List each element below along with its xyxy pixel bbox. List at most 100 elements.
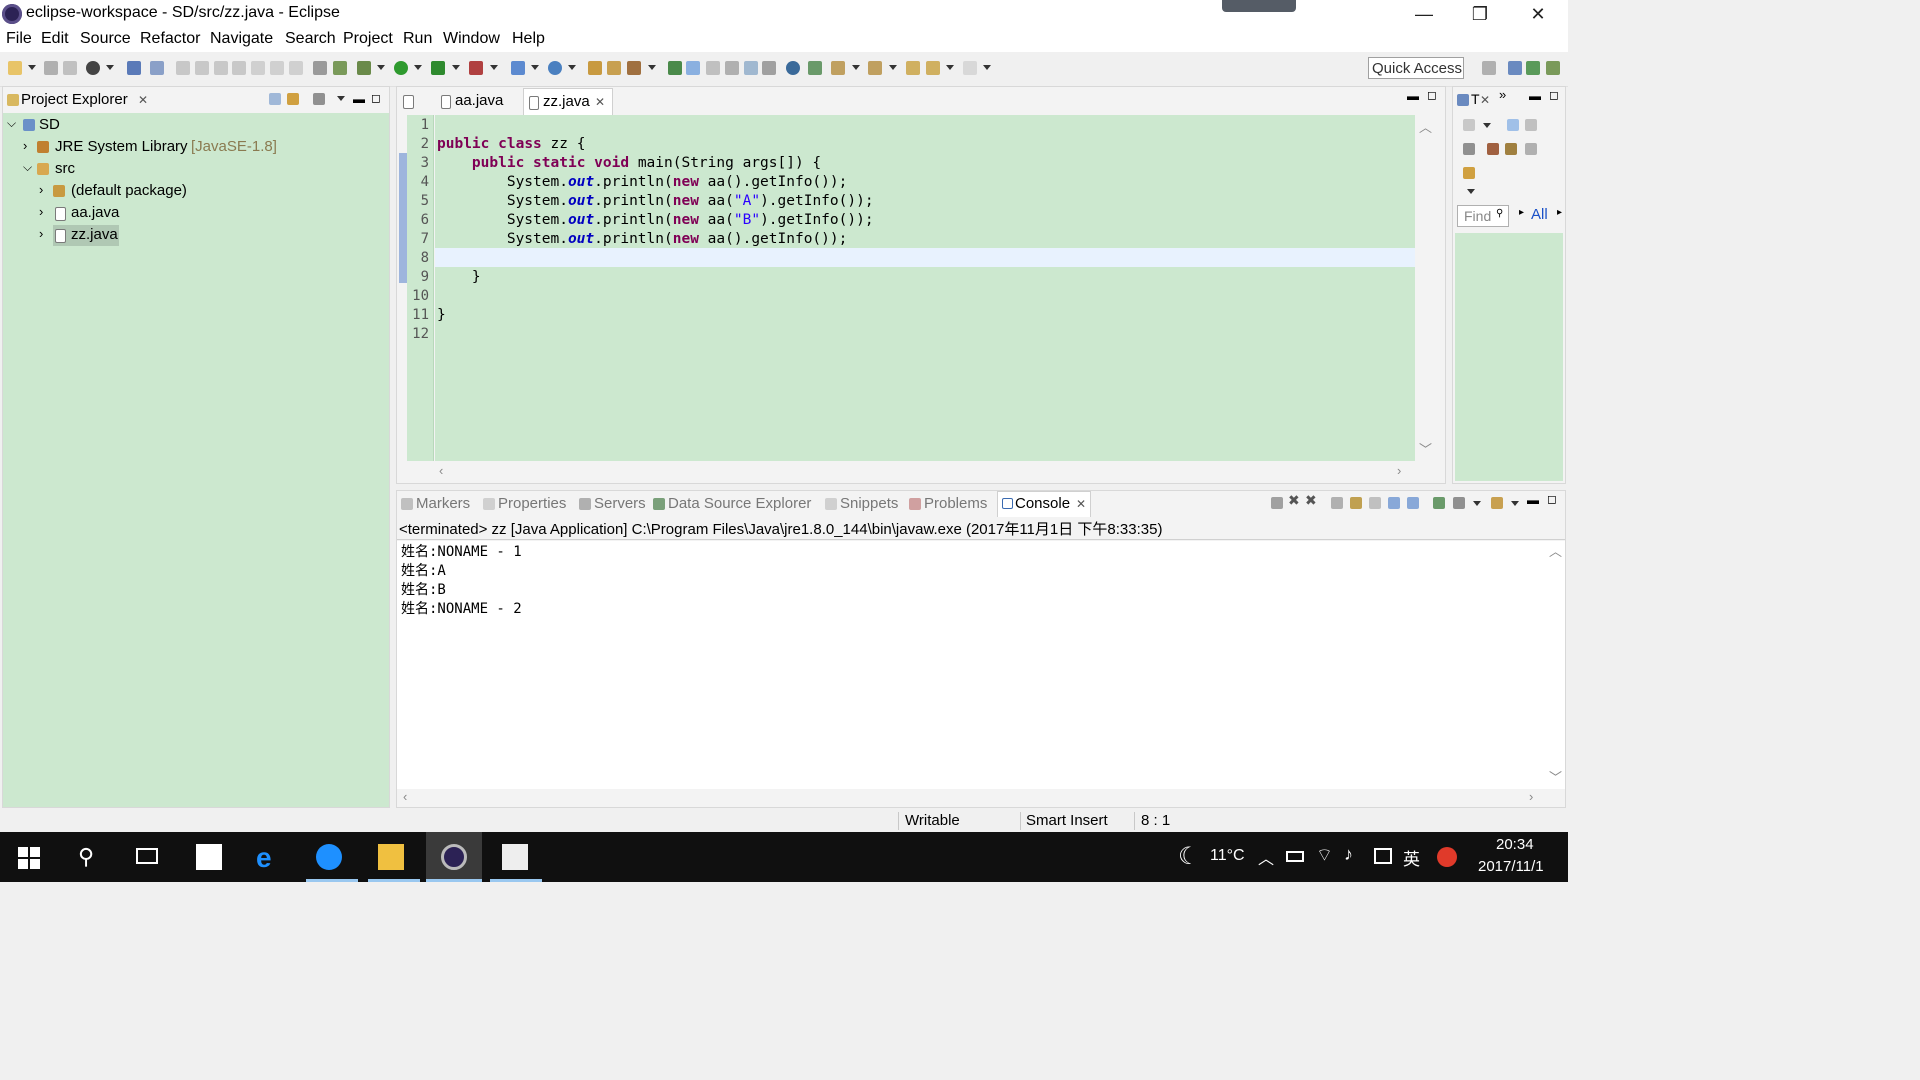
task-list-tab[interactable]: T [1471,91,1480,107]
menu-navigate[interactable]: Navigate [210,30,273,48]
filter-icon[interactable] [1463,143,1475,155]
scroll-up-icon[interactable]: ︿ [1419,117,1432,136]
dropdown-arrow-icon[interactable] [28,65,36,70]
use-step-filters-icon[interactable] [313,61,327,75]
bug-icon[interactable] [357,61,371,75]
open-console-icon[interactable] [1491,497,1503,509]
tab-servers[interactable]: Servers [577,491,647,517]
edge-icon[interactable]: e [256,842,272,874]
tree-item-jre-system-library[interactable]: › JRE System Library [JavaSE-1.8] [23,138,323,158]
menu-run[interactable]: Run [403,30,432,48]
tree-item-aa-java[interactable]: › aa.java [39,204,199,224]
terminate-icon[interactable] [1271,497,1283,509]
tree-item-zz-java[interactable]: › zz.java [39,225,199,246]
volume-icon[interactable]: ♪ [1344,844,1353,865]
menu-edit[interactable]: Edit [41,30,69,48]
display-console-icon[interactable] [1453,497,1465,509]
wifi-icon[interactable]: ⌔ [1316,844,1333,867]
toggle-word-wrap-icon[interactable] [706,61,720,75]
dropdown-arrow-icon[interactable] [531,65,539,70]
search-icon[interactable]: ⚲ [78,844,94,870]
menu-project[interactable]: Project [343,30,393,48]
step-over-icon[interactable] [270,61,284,75]
tree-item-src[interactable]: ⌵ src [23,160,223,180]
step-return-icon[interactable] [289,61,303,75]
back-icon[interactable] [926,61,940,75]
suspend-icon[interactable] [195,61,209,75]
save-all-icon[interactable] [63,61,77,75]
tab-snippets[interactable]: Snippets [823,491,907,517]
categorized-icon[interactable] [1507,119,1519,131]
clock-date[interactable]: 2017/11/1 [1478,858,1544,875]
annotation-icon[interactable] [668,61,682,75]
dropdown-arrow-icon[interactable] [1483,123,1491,128]
collapse-icon[interactable] [1487,143,1499,155]
close-icon[interactable]: ✕ [1480,93,1490,107]
overflow-chevron-icon[interactable]: » [1499,87,1506,102]
pin-console-icon[interactable] [1433,497,1445,509]
close-button[interactable]: ✕ [1510,0,1566,28]
all-link[interactable]: All [1531,206,1548,223]
close-icon[interactable]: ✕ [138,93,148,107]
chevron-right-icon[interactable]: › [39,226,43,241]
chevron-right-icon[interactable]: › [39,204,43,219]
coverage-icon[interactable] [431,61,445,75]
chevron-up-icon[interactable]: ︿ [1258,845,1274,869]
step-into-icon[interactable] [251,61,265,75]
tree-item-sd[interactable]: ⌵ SD [7,116,287,136]
find-input[interactable]: Find ⚲ [1457,205,1509,227]
link-with-editor-icon[interactable] [287,93,299,105]
minimize-view-icon[interactable]: ▬ [1527,493,1539,507]
dropdown-arrow-icon[interactable] [106,65,114,70]
dropdown-arrow-icon[interactable] [648,65,656,70]
qq-browser-icon[interactable] [316,844,342,870]
maximize-view-icon[interactable]: ◻ [371,91,381,105]
eclipse-taskbar-button[interactable] [426,832,482,882]
dropdown-arrow-icon[interactable] [1467,189,1475,194]
web-browser-icon[interactable] [786,61,800,75]
terminate-icon[interactable] [214,61,228,75]
battery-icon[interactable] [1286,851,1304,862]
scroll-lock-icon[interactable] [1350,497,1362,509]
clock-time[interactable]: 20:34 [1496,836,1534,853]
tab-zz-java[interactable]: zz.java ✕ [523,88,613,116]
block-selection-icon[interactable] [725,61,739,75]
dropdown-arrow-icon[interactable] [946,65,954,70]
view-menu-icon[interactable] [337,96,345,101]
tab-aa-java[interactable]: aa.java [433,87,523,115]
menu-help[interactable]: Help [512,30,545,48]
forward-icon[interactable] [963,61,977,75]
open-type-icon[interactable] [588,61,602,75]
dropdown-arrow-icon[interactable] [1473,501,1481,506]
menu-file[interactable]: File [6,30,32,48]
console-output[interactable]: 姓名:NONAME - 1 姓名:A 姓名:B 姓名:NONAME - 2 [397,541,1547,789]
save-icon[interactable] [44,61,58,75]
menu-window[interactable]: Window [443,30,500,48]
sync-icon[interactable] [808,61,822,75]
tree-item-default-package[interactable]: › (default package) [39,182,259,202]
dropdown-arrow-icon[interactable] [377,65,385,70]
scroll-right-icon[interactable]: › [1397,463,1401,478]
scheduled-icon[interactable] [1525,119,1537,131]
show-whitespace-icon[interactable] [744,61,758,75]
debug-perspective-icon[interactable] [1546,61,1560,75]
quick-access-input[interactable]: Quick Access [1368,57,1464,79]
collapse-all-icon[interactable] [269,93,281,105]
open-perspective-icon[interactable] [1482,61,1496,75]
expand-icon[interactable] [1525,143,1537,155]
windows-start-icon[interactable] [18,847,40,869]
minimize-view-icon[interactable]: ▬ [1529,89,1541,103]
remove-all-launches-icon[interactable]: ✖ [1305,492,1317,509]
close-icon[interactable]: ✕ [595,95,605,109]
maximize-view-icon[interactable]: ◻ [1549,88,1559,102]
minimize-view-icon[interactable]: ▬ [353,92,365,106]
dropdown-arrow-icon[interactable] [490,65,498,70]
maximize-view-icon[interactable]: ◻ [1427,88,1437,102]
tab-console[interactable]: Console ✕ [997,491,1091,517]
restore-button[interactable]: ❐ [1452,0,1508,28]
resume-icon[interactable] [176,61,190,75]
filters-icon[interactable] [313,93,325,105]
clear-console-icon[interactable] [1331,497,1343,509]
minimize-view-icon[interactable]: ▬ [1407,89,1419,103]
last-edit-icon[interactable] [906,61,920,75]
